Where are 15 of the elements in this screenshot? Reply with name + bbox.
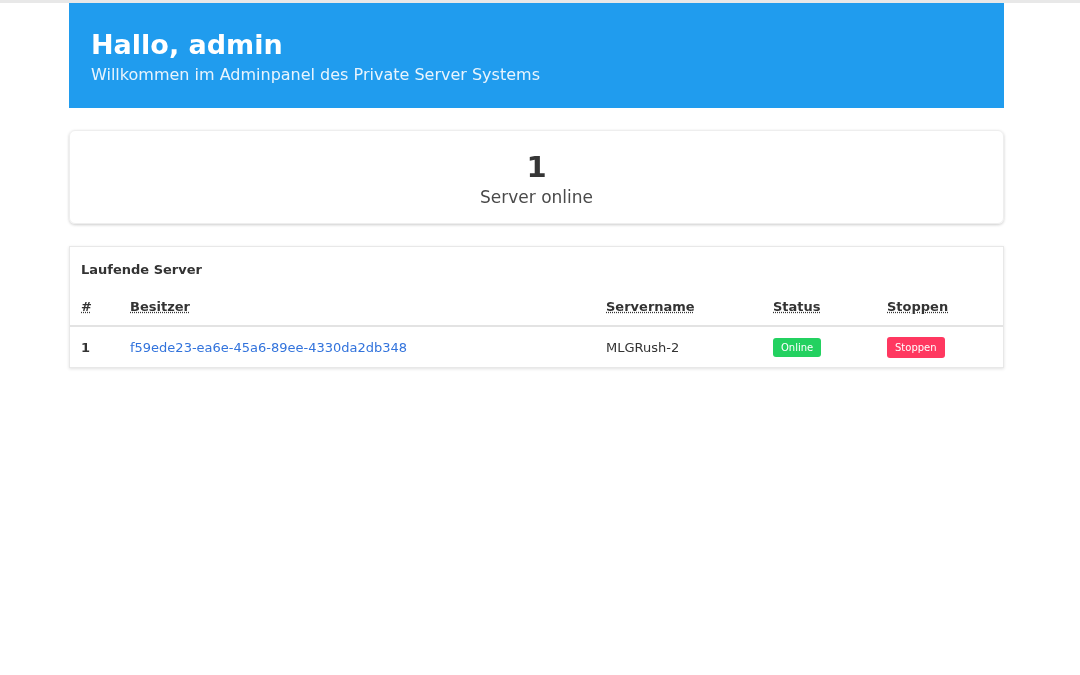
column-header: Status	[773, 298, 821, 314]
column-header: Servername	[606, 298, 695, 314]
welcome-subtitle: Willkommen im Adminpanel des Private Server Systems	[91, 65, 541, 84]
row-index: 1	[81, 339, 92, 355]
status-badge: Online	[773, 337, 822, 357]
column-header: Stoppen	[887, 298, 949, 314]
greeting-title: Hallo, admin	[91, 29, 284, 61]
table-title: Laufende Server	[80, 261, 203, 279]
stop-button[interactable]: Stoppen	[887, 336, 945, 358]
server-count-label: Server online	[479, 187, 594, 207]
server-name: MLGRush-2	[606, 339, 681, 355]
owner-link[interactable]: f59ede23-ea6e-45a6-89ee-4330da2db348	[130, 339, 408, 355]
column-header: Besitzer	[130, 298, 190, 314]
server-count: 1	[525, 149, 548, 185]
column-header: #	[81, 298, 92, 314]
